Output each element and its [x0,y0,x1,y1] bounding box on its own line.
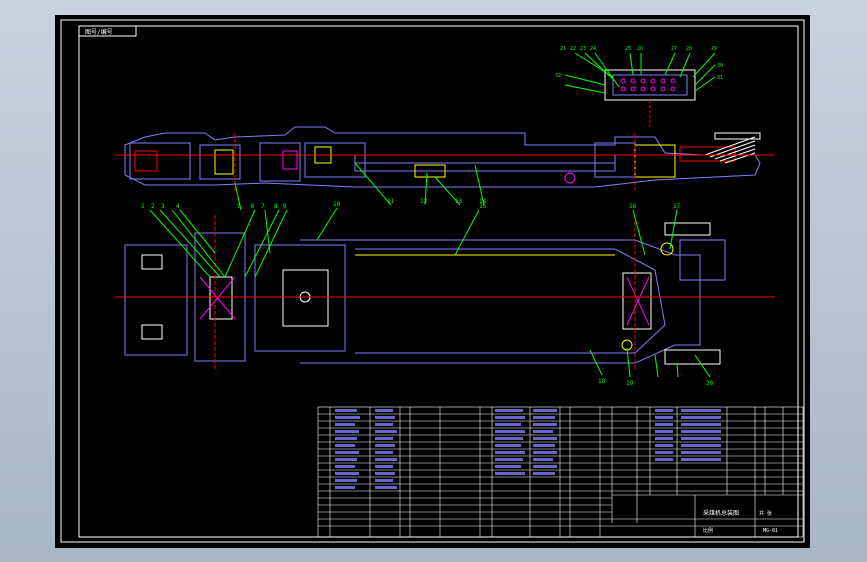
scale-label: 比例 [703,527,713,534]
callout-3: 3 [161,203,165,210]
drawing-title: 采煤机总装图 [703,509,739,517]
callout-12: 12 [420,198,428,205]
inset-callout-30: 30 [717,63,723,69]
callout-20: 20 [706,380,714,387]
callout-4: 4 [176,203,180,210]
inset-callout-32: 32 [555,73,561,79]
callout-13: 13 [455,198,463,205]
inset-callout-27: 27 [671,46,677,52]
callout-11: 11 [387,198,395,205]
drawing-sheet: 图号/编号 1 2 3 4 5 6 7 8 9 10 11 12 13 14 1… [60,19,805,543]
inset-callout-25: 25 [625,46,631,52]
inset-callout-31: 31 [717,75,723,81]
callout-labels-top: 1 2 3 4 5 6 7 8 9 10 11 12 13 14 15 [141,198,487,210]
drawing-code-text: 图号/编号 [85,28,113,36]
inset-callout-23: 23 [580,46,586,52]
plan-view [115,215,775,370]
callout-7: 7 [261,203,265,210]
callout-15: 15 [479,203,487,210]
inset-callout-26: 26 [637,46,643,52]
callout-19: 19 [626,380,634,387]
callout-6: 6 [251,203,255,210]
title-block: 采煤机总装图 共 张 MG-01 比例 [703,509,778,534]
callout-5: 5 [237,203,241,210]
inset-callout-24: 24 [590,46,596,52]
sheet-count: 共 张 [759,510,772,517]
outer-frame [60,19,805,543]
callout-2: 2 [151,203,155,210]
side-elevation-view [115,126,775,193]
inset-callout-28: 28 [686,46,692,52]
callout-18: 18 [598,378,606,385]
inset-callout-21: 21 [560,46,566,52]
callout-10: 10 [333,201,341,208]
inset-detail-view: 21 22 23 24 25 26 27 28 29 30 31 32 [555,46,723,127]
callout-leaders [149,162,711,378]
drawing-code-box: 图号/编号 [78,25,137,37]
callout-9: 9 [283,203,287,210]
callout-17: 17 [673,203,681,210]
callout-8: 8 [274,203,278,210]
inset-callout-29: 29 [711,46,717,52]
inset-callout-22: 22 [570,46,576,52]
callout-16: 16 [629,203,637,210]
cad-viewport[interactable]: 图号/编号 1 2 3 4 5 6 7 8 9 10 11 12 13 14 1… [55,15,810,548]
callout-1: 1 [141,203,145,210]
drawing-number: MG-01 [763,528,778,534]
